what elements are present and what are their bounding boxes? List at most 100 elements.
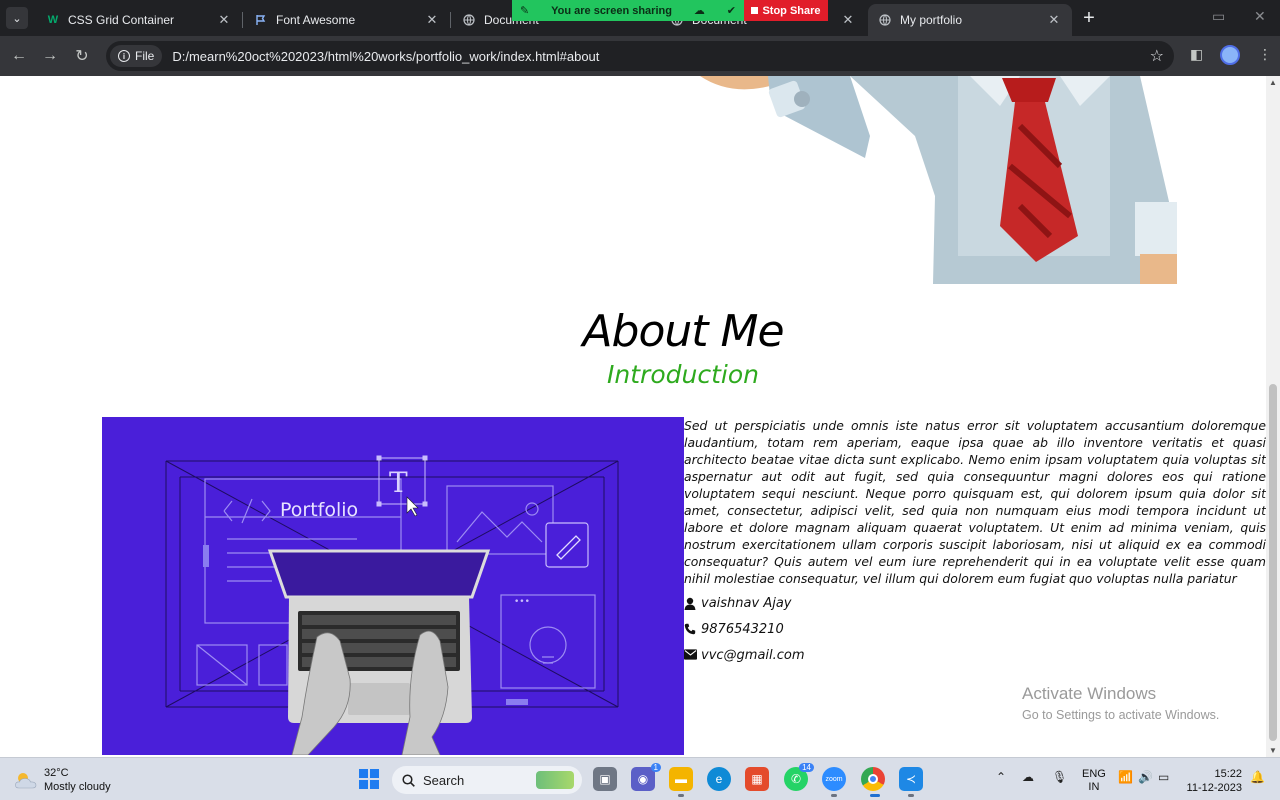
tab-separator (242, 12, 243, 28)
screen-share-bar: ✎ You are screen sharing ☁ ✔ Stop Share (512, 0, 828, 21)
globe-icon (462, 13, 476, 27)
language-indicator[interactable]: ENG IN (1082, 768, 1106, 794)
weather-temp: 32°C (44, 767, 69, 779)
new-tab-button[interactable]: + (1077, 7, 1101, 29)
stop-share-button[interactable]: Stop Share (744, 0, 828, 21)
active-indicator (870, 794, 880, 797)
contact-name-text: vaishnav Ajay (701, 596, 792, 611)
w3schools-icon: W (47, 14, 59, 26)
screen-share-message: You are screen sharing (551, 4, 672, 17)
watermark-line1: Activate Windows (1022, 684, 1157, 703)
scroll-down-arrow[interactable]: ▼ (1269, 746, 1277, 755)
contact-email: vvc@gmail.com (684, 648, 805, 663)
partly-cloudy-icon (15, 773, 37, 789)
teams-badge: 1 (650, 763, 661, 772)
search-icon (402, 773, 415, 787)
close-icon[interactable]: ✕ (424, 12, 440, 28)
teams-icon[interactable]: ◉ 1 (631, 763, 661, 791)
edge-icon[interactable]: e (707, 767, 731, 791)
weather-widget[interactable]: 32°C Mostly cloudy (14, 766, 111, 794)
section-subtitle: Introduction (607, 360, 759, 389)
zoom-icon[interactable]: zoom (822, 767, 846, 791)
activate-windows-watermark: Activate Windows Go to Settings to activ… (1022, 684, 1219, 722)
menu-kebab-icon[interactable]: ⋮ (1258, 46, 1272, 63)
tab-strip: ⌄ W CSS Grid Container ✕ Font Awesome ✕ … (0, 0, 1280, 36)
profile-avatar[interactable] (1220, 45, 1240, 65)
store-icon[interactable]: ▦ (745, 767, 769, 791)
tab-search-button[interactable]: ⌄ (6, 7, 28, 29)
onedrive-cloud-icon[interactable]: ☁ (1022, 770, 1034, 784)
site-info-label: File (135, 49, 155, 63)
contact-name: vaishnav Ajay (684, 596, 791, 611)
shield-check-icon: ✔ (726, 5, 736, 17)
lang-line2: IN (1088, 781, 1100, 793)
whatsapp-badge: 14 (799, 763, 814, 772)
wifi-icon[interactable]: 📶 (1118, 770, 1133, 784)
scroll-up-arrow[interactable]: ▲ (1269, 78, 1277, 87)
clock-time: 15:22 (1214, 768, 1242, 780)
taskbar-search[interactable]: Search (392, 766, 582, 794)
stop-share-label: Stop Share (762, 4, 821, 17)
side-panel-icon[interactable]: ◧ (1190, 46, 1203, 63)
close-icon[interactable]: ✕ (216, 12, 232, 28)
notification-bell-icon[interactable]: 🔔 (1250, 770, 1265, 784)
volume-icon[interactable]: 🔊 (1138, 770, 1153, 784)
close-window-icon[interactable]: ✕ (1254, 8, 1266, 25)
microphone-icon[interactable]: 🎙 (1052, 770, 1067, 784)
windows-taskbar: 32°C Mostly cloudy Search ▣ ◉ 1 ▬ e ▦ ✆ 14… (0, 757, 1280, 800)
restore-icon[interactable]: ▭ (1212, 8, 1225, 25)
share-icon: ✎ (520, 5, 530, 17)
portfolio-illustration: ••• Portfolio T (102, 417, 684, 755)
reload-button[interactable]: ↻ (71, 45, 93, 67)
page-scrollbar[interactable]: ▲ ▼ (1266, 76, 1280, 757)
whatsapp-icon[interactable]: ✆ 14 (784, 763, 814, 791)
tab-title: Font Awesome (276, 13, 356, 27)
browser-toolbar: ← → ↻ i File D:/mearn%20oct%202023/html%… (0, 36, 1280, 76)
chrome-icon[interactable] (861, 767, 885, 791)
close-icon[interactable]: ✕ (1046, 12, 1062, 28)
illustration-letter: T (389, 466, 408, 499)
system-clock[interactable]: 15:22 11-12-2023 (1186, 767, 1242, 795)
url-text[interactable]: D:/mearn%20oct%202023/html%20works/portf… (172, 49, 599, 64)
tab-title: CSS Grid Container (68, 13, 175, 27)
scrollbar-thumb[interactable] (1269, 384, 1277, 741)
svg-text:•••: ••• (514, 597, 530, 607)
search-highlight-icon (536, 771, 574, 789)
vscode-icon[interactable]: ≺ (899, 767, 923, 791)
page-viewport: About Me Introduction ••• Portfolio T Se… (0, 76, 1266, 757)
watermark-line2: Go to Settings to activate Windows. (1022, 708, 1220, 722)
contact-phone-text: 9876543210 (701, 622, 784, 637)
address-bar[interactable]: i File D:/mearn%20oct%202023/html%20work… (106, 41, 1174, 71)
battery-icon[interactable]: ▭ (1158, 770, 1169, 784)
file-explorer-icon[interactable]: ▬ (669, 767, 693, 791)
windows-logo-icon (359, 769, 379, 789)
task-view-icon[interactable]: ▣ (593, 767, 617, 791)
search-label: Search (423, 772, 465, 788)
weather-condition: Mostly cloudy (44, 781, 111, 793)
cloud-icon: ☁ (693, 5, 705, 17)
tab-font-awesome[interactable]: Font Awesome ✕ (244, 4, 450, 36)
start-button[interactable] (357, 767, 381, 791)
chevron-up-icon[interactable]: ⌃ (996, 770, 1006, 784)
site-info-chip[interactable]: i File (110, 45, 163, 67)
running-indicator (831, 794, 837, 797)
running-indicator (908, 794, 914, 797)
lang-line1: ENG (1082, 768, 1106, 780)
forward-button[interactable]: → (39, 45, 61, 67)
tab-separator (450, 12, 451, 28)
clock-date: 11-12-2023 (1186, 782, 1242, 794)
envelope-icon (684, 649, 697, 662)
bookmark-star-icon[interactable]: ☆ (1150, 46, 1164, 66)
screen-share-status: ✎ You are screen sharing ☁ ✔ (512, 0, 744, 21)
close-icon[interactable]: ✕ (840, 12, 856, 28)
tab-css-grid[interactable]: W CSS Grid Container ✕ (36, 4, 242, 36)
businessman-illustration (700, 76, 1177, 284)
flag-icon (254, 13, 268, 27)
globe-icon (878, 13, 892, 27)
user-icon (684, 597, 697, 610)
info-icon: i (118, 50, 130, 62)
back-button[interactable]: ← (8, 45, 30, 67)
stop-icon (751, 7, 759, 14)
tab-my-portfolio[interactable]: My portfolio ✕ (868, 4, 1072, 36)
running-indicator (678, 794, 684, 797)
